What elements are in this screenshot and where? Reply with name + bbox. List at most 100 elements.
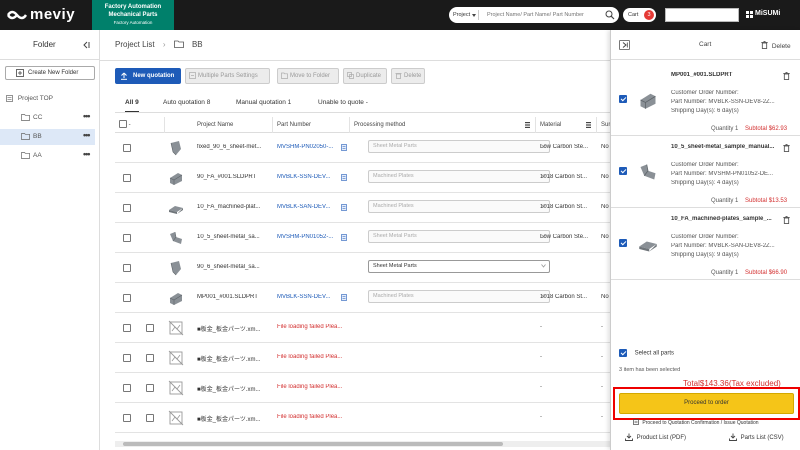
misumi-logo[interactable]: MiSUMi (746, 10, 796, 20)
multiple-settings-button[interactable]: Multiple Parts Settings (185, 68, 270, 84)
project-name-cell[interactable]: 10_FA_machined-plat... (197, 204, 269, 210)
document-icon[interactable] (341, 294, 347, 301)
column-part-number[interactable]: Part Number (273, 117, 350, 133)
search-input[interactable] (487, 10, 601, 20)
processing-method-select[interactable]: Sheet Metal Parts (368, 140, 550, 153)
cart-item-checkbox[interactable] (619, 95, 627, 103)
project-name-cell[interactable]: ■板金_板金パーツ.xm... (197, 414, 269, 423)
child-checkbox[interactable] (146, 384, 154, 392)
collapse-sidebar-icon[interactable] (82, 41, 90, 49)
row-checkbox[interactable] (123, 294, 131, 302)
child-checkbox[interactable] (146, 354, 154, 362)
part-thumbnail[interactable] (168, 230, 184, 246)
sidebar-folder-cc[interactable]: CC ••• (0, 110, 95, 126)
cart-item[interactable]: 10_FA_machined-plates_sample_... Customer… (611, 208, 800, 280)
cart-item-name[interactable]: MP001_#001.SLDPRT (671, 72, 783, 78)
duplicate-button[interactable]: Duplicate (343, 68, 387, 84)
part-number-link[interactable]: MVBLK-SSN-DEV... (277, 174, 339, 180)
delete-button[interactable]: Delete (391, 68, 425, 84)
row-checkbox[interactable] (123, 144, 131, 152)
category-badge[interactable]: Factory Automation Mechanical Parts Fact… (92, 0, 174, 30)
cart-item-name[interactable]: 10_5_sheet-metal_sample_manual... (671, 144, 783, 150)
row-checkbox[interactable] (123, 324, 131, 332)
project-name-cell[interactable]: 90_FA_#001.SLDPRT (197, 174, 269, 180)
row-checkbox[interactable] (123, 384, 131, 392)
project-name-cell[interactable]: 90_6_sheet-metal_sa... (197, 264, 269, 270)
parts-list-download[interactable]: Parts List (CSV) (729, 433, 784, 441)
part-number-link[interactable]: MVSHM-PN02050-... (277, 144, 339, 150)
tab-all[interactable]: All 9 (125, 97, 139, 113)
row-checkbox[interactable] (123, 234, 131, 242)
proceed-to-order-button[interactable]: Proceed to order (619, 393, 794, 414)
part-number-link[interactable]: MVBLK-SSN-DEV... (277, 294, 339, 300)
part-thumbnail[interactable] (168, 260, 184, 276)
table-row-failed[interactable]: ■板金_板金パーツ.xm... File loading failed Plea.… (115, 313, 610, 343)
sort-icon[interactable] (586, 122, 591, 128)
document-icon[interactable] (341, 144, 347, 151)
part-thumbnail[interactable] (168, 140, 184, 156)
tree-root[interactable]: Project TOP (6, 95, 53, 102)
more-options-icon[interactable]: ••• (83, 130, 91, 140)
cart-item[interactable]: MP001_#001.SLDPRT Customer Order Number: P… (611, 64, 800, 136)
cart-item-name[interactable]: 10_FA_machined-plates_sample_... (671, 216, 783, 222)
table-row-failed[interactable]: ■板金_板金パーツ.xm... File loading failed Plea.… (115, 373, 610, 403)
cart-item[interactable]: 10_5_sheet-metal_sample_manual... Custome… (611, 136, 800, 208)
processing-method-select[interactable]: Sheet Metal Parts (368, 230, 550, 243)
sidebar-folder-bb[interactable]: BB ••• (0, 129, 95, 145)
more-options-icon[interactable]: ••• (83, 149, 91, 159)
search-icon[interactable] (605, 10, 615, 20)
sort-icon[interactable] (525, 122, 530, 128)
column-surface[interactable]: Sur (597, 117, 610, 133)
select-all-parts[interactable]: Select all parts (619, 349, 674, 357)
part-thumbnail[interactable] (168, 290, 184, 306)
meviy-logo[interactable]: meviy (6, 6, 86, 23)
create-folder-button[interactable]: Create New Folder (5, 66, 95, 80)
row-checkbox[interactable] (123, 204, 131, 212)
search-category-select[interactable]: Project (453, 10, 480, 20)
sidebar-folder-aa[interactable]: AA ••• (0, 148, 95, 164)
cart-item-checkbox[interactable] (619, 167, 627, 175)
table-row-failed[interactable]: ■板金_板金パーツ.xm... File loading failed Plea.… (115, 343, 610, 373)
tab-manual-quotation[interactable]: Manual quotation 1 (236, 97, 291, 113)
row-checkbox[interactable] (123, 264, 131, 272)
column-project-name[interactable]: Project Name (193, 117, 273, 133)
project-name-cell[interactable]: MP001_#001.SLDPRT (197, 294, 269, 300)
row-checkbox[interactable] (123, 354, 131, 362)
row-checkbox[interactable] (123, 414, 131, 422)
quotation-link[interactable]: Proceed to Quotation Confirmation / Issu… (633, 419, 759, 426)
project-name-cell[interactable]: ■板金_板金パーツ.xm... (197, 354, 269, 363)
column-processing[interactable]: Processing method (350, 117, 536, 133)
part-thumbnail[interactable] (637, 234, 659, 254)
cart-item-checkbox[interactable] (619, 239, 627, 247)
select-all-parts-checkbox[interactable] (619, 349, 627, 357)
project-name-cell[interactable]: 10_5_sheet-metal_sa... (197, 234, 269, 240)
part-thumbnail[interactable] (168, 170, 184, 186)
account-field[interactable] (665, 8, 739, 22)
project-name-cell[interactable]: ■板金_板金パーツ.xm... (197, 384, 269, 393)
table-row[interactable]: 90_FA_#001.SLDPRT MVBLK-SSN-DEV... Machine… (115, 163, 610, 193)
trash-icon[interactable] (783, 72, 790, 80)
breadcrumb-root[interactable]: Project List (115, 40, 155, 49)
table-row-failed[interactable]: ■板金_板金パーツ.xm... File loading failed Plea.… (115, 403, 610, 433)
product-list-download[interactable]: Product List (PDF) (625, 433, 686, 441)
part-thumbnail[interactable] (168, 200, 184, 216)
cart-button[interactable]: Cart 3 (623, 8, 656, 22)
new-quotation-button[interactable]: New quotation (115, 68, 181, 84)
select-all-checkbox[interactable] (119, 120, 127, 129)
child-checkbox[interactable] (146, 324, 154, 332)
document-icon[interactable] (341, 234, 347, 241)
scrollbar-thumb[interactable] (123, 442, 503, 446)
table-row[interactable]: fixed_90_6_sheet-met... MVSHM-PN02050-...… (115, 133, 610, 163)
document-icon[interactable] (341, 174, 347, 181)
trash-icon[interactable] (783, 216, 790, 224)
child-checkbox[interactable] (146, 414, 154, 422)
processing-method-select[interactable]: Machined Plates (368, 200, 550, 213)
tab-unable-to-quote[interactable]: Unable to quote - (318, 97, 368, 113)
column-material[interactable]: Material (536, 117, 597, 133)
processing-method-select[interactable]: Machined Plates (368, 290, 550, 303)
trash-icon[interactable] (783, 144, 790, 152)
row-checkbox[interactable] (123, 174, 131, 182)
part-number-link[interactable]: MVBLK-SAN-DEV... (277, 204, 339, 210)
project-name-cell[interactable]: fixed_90_6_sheet-met... (197, 144, 269, 150)
processing-method-select[interactable]: Machined Plates (368, 170, 550, 183)
